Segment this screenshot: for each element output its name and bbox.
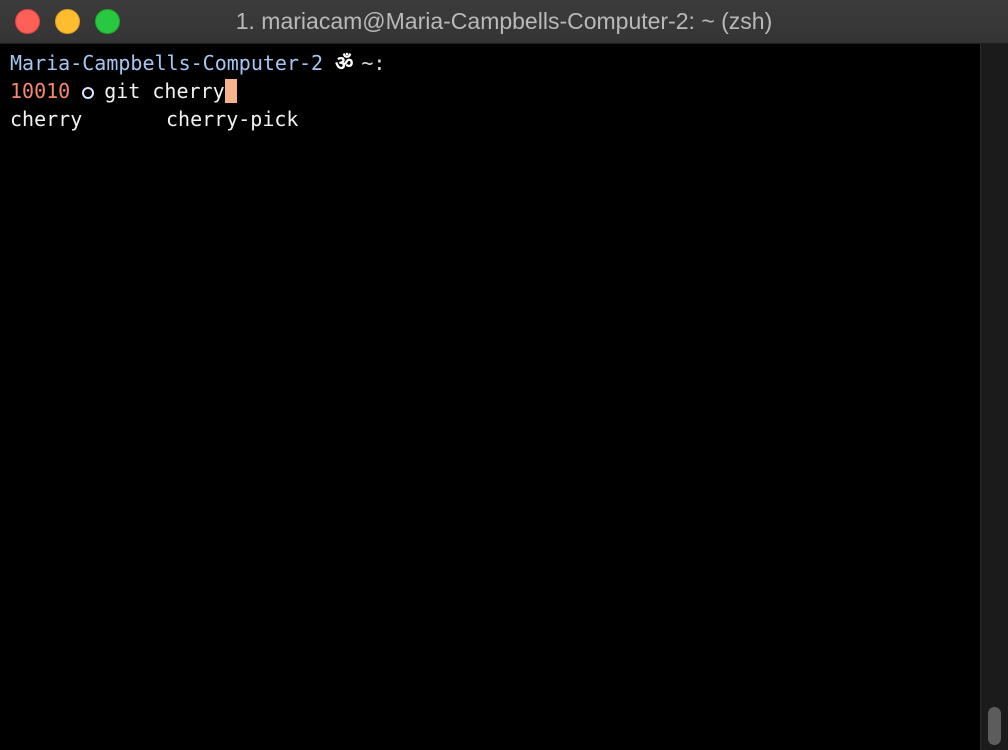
exit-code: 10010 [10,79,71,103]
zoom-button[interactable] [95,9,120,34]
text-cursor [224,79,237,103]
command-line[interactable]: 10010 git cherry [10,77,237,105]
terminal-content[interactable]: Maria-Campbells-Computer-2 ॐ ~: 10010 git c… [0,44,980,750]
prompt-line: Maria-Campbells-Computer-2 ॐ ~: [10,49,385,77]
prompt-hostname: Maria-Campbells-Computer-2 [10,51,324,75]
scrollbar-thumb[interactable] [988,707,1001,745]
command-input[interactable]: git cherry [104,79,224,103]
minimize-button[interactable] [55,9,80,34]
prompt-cwd: ~: [361,51,386,75]
scrollbar-track[interactable] [980,44,1008,750]
completion-item[interactable]: cherry-pick [166,105,298,133]
ring-icon [82,87,95,99]
title-bar[interactable]: 1. mariacam@Maria-Campbells-Computer-2: … [0,0,1008,44]
close-button[interactable] [15,9,40,34]
window-title: 1. mariacam@Maria-Campbells-Computer-2: … [235,8,773,34]
om-symbol: ॐ [335,51,354,75]
terminal-window: 1. mariacam@Maria-Campbells-Computer-2: … [0,0,1008,750]
completion-item[interactable]: cherry [10,105,82,133]
completion-list: cherry cherry-pick [10,105,298,133]
